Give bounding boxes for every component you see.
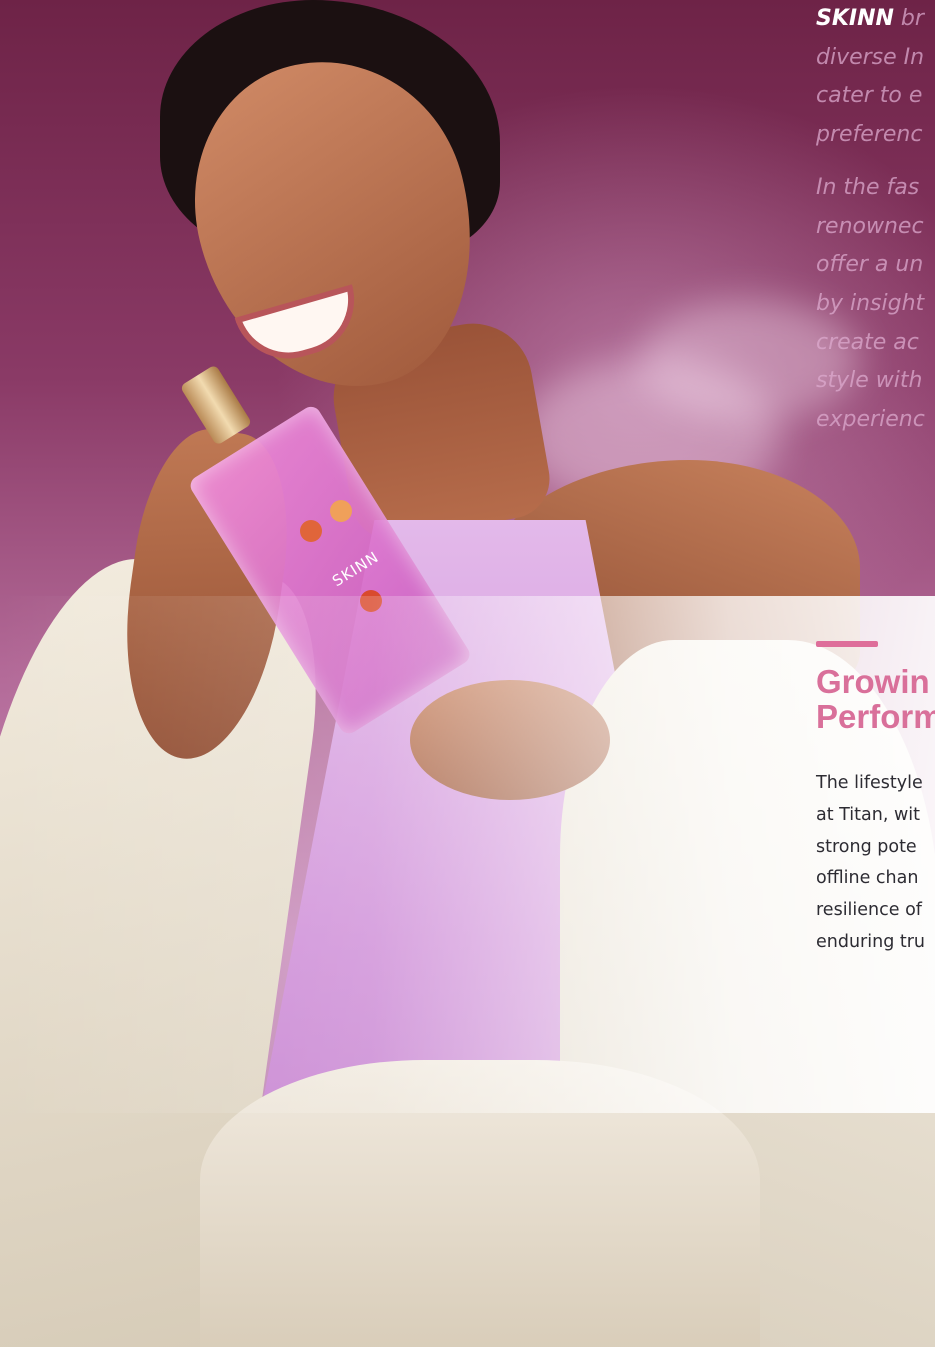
flower-decoration <box>300 520 322 542</box>
text-panel <box>0 596 935 1113</box>
intro-paragraph-2: In the fas renownec offer a un by insigh… <box>816 174 925 433</box>
intro-paragraph-1: SKINN br diverse In cater to e preferenc <box>816 6 925 148</box>
accent-bar <box>816 641 878 647</box>
section-heading: Growin Perform <box>816 663 935 735</box>
page-background: SKINN SKINN br diverse In cater to e pre… <box>0 0 935 1347</box>
brand-name: SKINN <box>816 6 894 31</box>
intro-text: SKINN br diverse In cater to e preferenc… <box>816 0 935 454</box>
section-body: The lifestyle at Titan, wit strong pote … <box>816 773 926 952</box>
flower-decoration <box>330 500 352 522</box>
